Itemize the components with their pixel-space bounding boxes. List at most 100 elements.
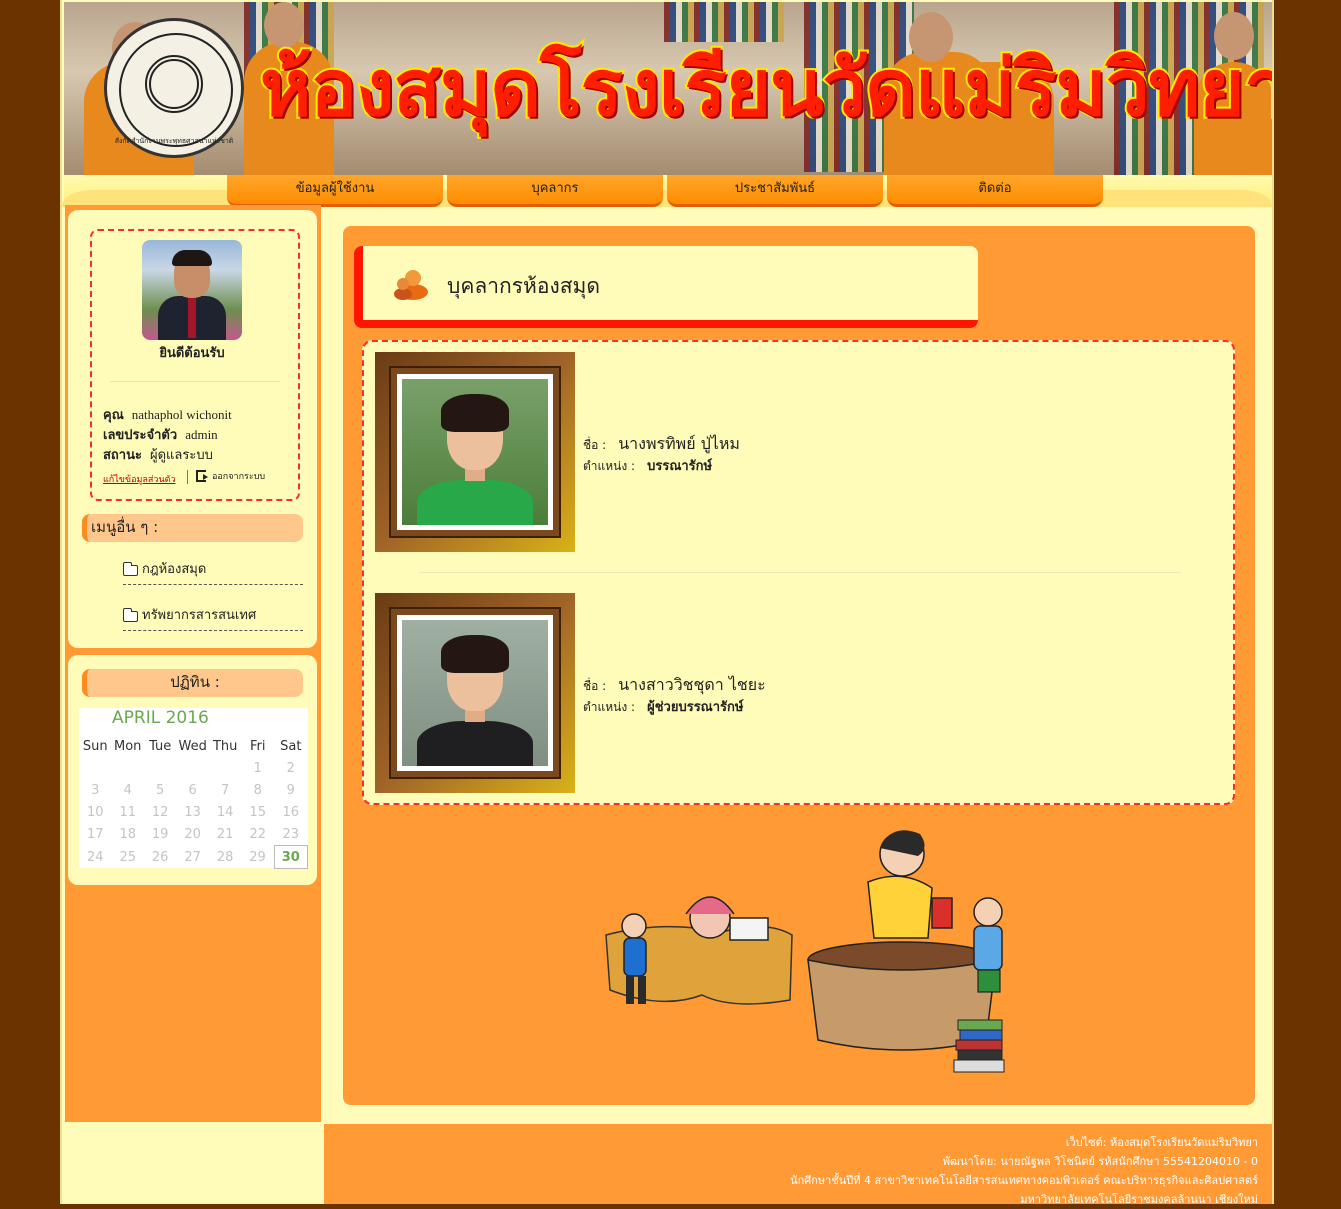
position-label: ตำแหน่ง :: [583, 700, 636, 714]
calendar-day[interactable]: 28: [209, 846, 241, 869]
calendar-day[interactable]: 10: [79, 801, 111, 823]
calendar-day[interactable]: 27: [176, 846, 209, 869]
page-title: บุคลากรห้องสมุด: [447, 274, 601, 298]
calendar-day[interactable]: 24: [79, 846, 111, 869]
calendar-day: [144, 757, 176, 779]
calendar-day[interactable]: 20: [176, 823, 209, 846]
other-menu-heading: เมนูอื่น ๆ :: [82, 514, 303, 542]
calendar-day[interactable]: 14: [209, 801, 241, 823]
menu-library-rules[interactable]: กฎห้องสมุด: [123, 556, 303, 585]
calendar-day: [111, 757, 144, 779]
school-logo: สังกัดสำนักงานพระพุทธศาสนาแห่งชาติ: [104, 18, 244, 158]
footer-line: นักศึกษาชั้นปีที่ 4 สาขาวิชาเทคโนโลยีสาร…: [790, 1174, 1258, 1187]
calendar-day[interactable]: 4: [111, 779, 144, 801]
status-label: สถานะ: [103, 448, 142, 463]
menu-item-label: กฎห้องสมุด: [142, 562, 207, 577]
staff-position-row: ตำแหน่ง : ผู้ช่วยบรรณารักษ์: [583, 696, 743, 717]
calendar-day[interactable]: 21: [209, 823, 241, 846]
calendar-day[interactable]: 18: [111, 823, 144, 846]
calendar-day[interactable]: 8: [241, 779, 274, 801]
folder-icon: [123, 561, 138, 576]
profile-name-row: คุณ nathaphol wichonit: [103, 404, 232, 425]
footer-line: เว็บไซต์: ห้องสมุดโรงเรียนวัดแม่ริมวิทยา: [1065, 1136, 1258, 1149]
calendar-weekday: Mon: [114, 738, 142, 754]
calendar-day[interactable]: 1: [241, 757, 274, 779]
name-value: nathaphol wichonit: [131, 407, 232, 422]
name-label: คุณ: [103, 408, 124, 423]
site-title: ห้องสมุดโรงเรียนวัดแม่ริมวิทยา: [258, 42, 1272, 136]
calendar-month: APRIL 2016: [112, 708, 209, 728]
header-banner: สังกัดสำนักงานพระพุทธศาสนาแห่งชาติ ห้องส…: [64, 2, 1272, 175]
calendar-day[interactable]: 25: [111, 846, 144, 869]
logout-label: ออกจากระบบ: [212, 472, 266, 482]
divider: [419, 572, 1181, 573]
calendar-day[interactable]: 23: [274, 823, 307, 846]
staff-name-row: ชื่อ : นางพรทิพย์ ปู่ไหม: [583, 432, 740, 457]
calendar-day[interactable]: 13: [176, 801, 209, 823]
calendar-weekday: Tue: [149, 738, 172, 754]
calendar-day: [209, 757, 241, 779]
calendar-day[interactable]: 6: [176, 779, 209, 801]
profile-id-row: เลขประจำตัว admin: [103, 424, 218, 445]
welcome-text: ยินดีต้อนรับ: [159, 346, 225, 361]
calendar-day[interactable]: 19: [144, 823, 176, 846]
logout-icon: [196, 470, 208, 482]
calendar-grid: Sun Mon Tue Wed Thu Fri Sat 1 2 3 4 5 6 7 8 9 10 11 12 13 1…: [79, 735, 309, 869]
calendar-day[interactable]: 5: [144, 779, 176, 801]
calendar-day[interactable]: 15: [241, 801, 274, 823]
library-illustration: [605, 830, 1005, 1073]
staff-name-row: ชื่อ : นางสาววิชชุดา ไชยะ: [583, 673, 766, 698]
staff-photo: [375, 593, 575, 793]
dharma-wheel-icon: [145, 55, 203, 113]
staff-position-row: ตำแหน่ง : บรรณารักษ์: [583, 455, 712, 476]
staff-name: นางสาววิชชุดา ไชยะ: [618, 675, 766, 694]
id-label: เลขประจำตัว: [103, 428, 178, 443]
calendar-day[interactable]: 16: [274, 801, 307, 823]
calendar-weekday: Sat: [280, 738, 302, 754]
nav-user-info[interactable]: ข้อมูลผู้ใช้งาน: [227, 175, 443, 207]
calendar-day[interactable]: 7: [209, 779, 241, 801]
status-value: ผู้ดูแลระบบ: [149, 448, 213, 463]
position-label: ตำแหน่ง :: [583, 459, 636, 473]
calendar-day[interactable]: 29: [241, 846, 274, 869]
calendar-day[interactable]: 17: [79, 823, 111, 846]
staff-position: บรรณารักษ์: [647, 459, 713, 474]
nav-personnel[interactable]: บุคลากร: [447, 175, 663, 207]
calendar-day-today[interactable]: 30: [273, 845, 309, 869]
section-title-box: บุคลากรห้องสมุด: [354, 246, 978, 328]
personnel-icon: [394, 270, 428, 300]
calendar-day[interactable]: 22: [241, 823, 274, 846]
calendar-day: [176, 757, 209, 779]
calendar-day[interactable]: 26: [144, 846, 176, 869]
staff-photo: [375, 352, 575, 552]
calendar-day[interactable]: 11: [111, 801, 144, 823]
nav-contact[interactable]: ติดต่อ: [887, 175, 1103, 207]
calendar-weekday: Wed: [178, 738, 207, 754]
calendar-heading: ปฏิทิน :: [82, 669, 303, 697]
main-nav: ข้อมูลผู้ใช้งาน บุคลากร ประชาสัมพันธ์ ติ…: [227, 175, 1107, 207]
menu-information-resources[interactable]: ทรัพยากรสารสนเทศ: [123, 602, 303, 631]
calendar-day[interactable]: 2: [274, 757, 307, 779]
calendar-day[interactable]: 9: [274, 779, 307, 801]
calendar-weekday: Sun: [82, 738, 108, 754]
profile-status-row: สถานะ ผู้ดูแลระบบ: [103, 444, 213, 465]
page: สังกัดสำนักงานพระพุทธศาสนาแห่งชาติ ห้องส…: [60, 0, 1274, 1206]
footer-line: มหาวิทยาลัยเทคโนโลยีราชมงคลล้านนา เชียงใ…: [1020, 1193, 1258, 1206]
calendar-day[interactable]: 12: [144, 801, 176, 823]
divider: [110, 381, 280, 382]
calendar-day: [79, 757, 111, 779]
calendar-weekday: Thu: [212, 738, 238, 754]
menu-item-label: ทรัพยากรสารสนเทศ: [142, 608, 257, 623]
folder-icon: [123, 607, 138, 622]
staff-position: ผู้ช่วยบรรณารักษ์: [647, 700, 744, 715]
calendar-weekday: Fri: [250, 738, 266, 754]
footer: เว็บไซต์: ห้องสมุดโรงเรียนวัดแม่ริมวิทยา…: [324, 1124, 1272, 1206]
calendar: APRIL 2016 Sun Mon Tue Wed Thu Fri Sat 1234567…: [79, 708, 309, 869]
edit-profile-link[interactable]: แก้ไขข้อมูลส่วนตัว: [103, 472, 176, 486]
calendar-day[interactable]: 3: [79, 779, 111, 801]
logout-button[interactable]: ออกจากระบบ: [196, 469, 265, 483]
name-label: ชื่อ :: [583, 438, 607, 452]
name-label: ชื่อ :: [583, 679, 607, 693]
id-value: admin: [185, 427, 218, 442]
nav-announcements[interactable]: ประชาสัมพันธ์: [667, 175, 883, 207]
